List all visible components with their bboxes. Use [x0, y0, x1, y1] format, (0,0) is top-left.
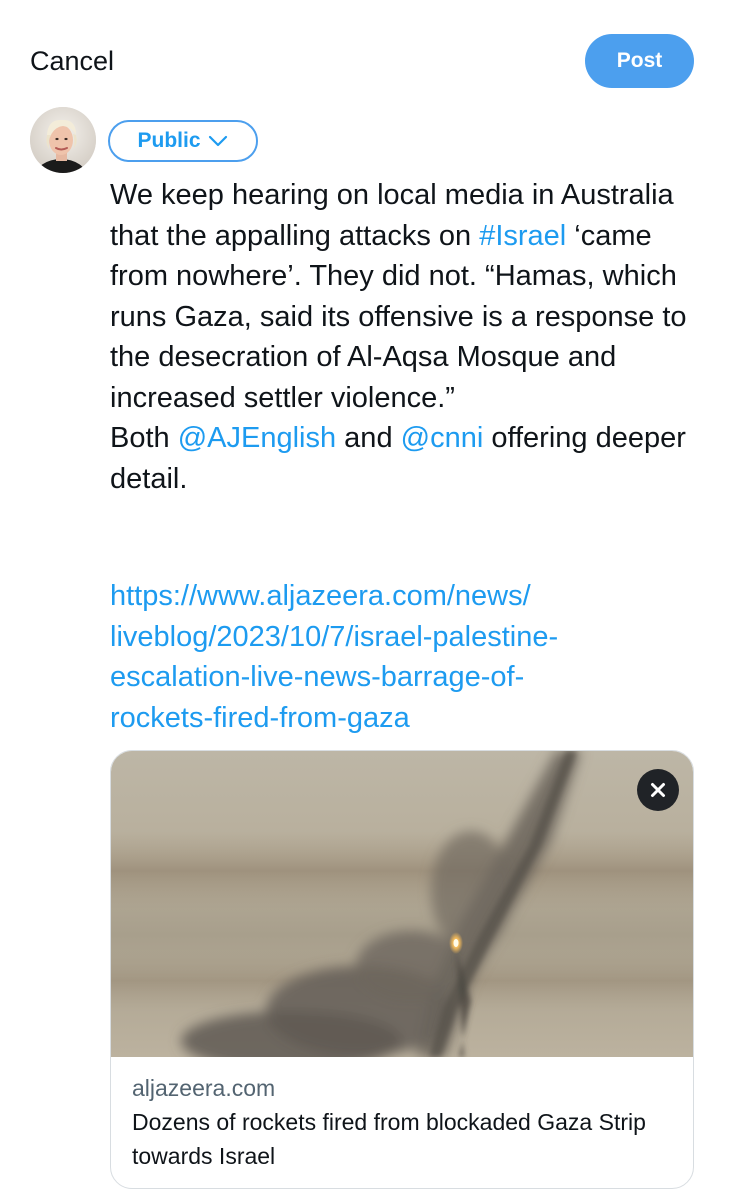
audience-selector[interactable]: Public [108, 120, 258, 162]
link-preview-image [111, 751, 693, 1057]
rocket-smoke-photo [111, 751, 693, 1057]
avatar[interactable] [30, 107, 96, 173]
post-button[interactable]: Post [585, 34, 694, 88]
mention-link[interactable]: @cnni [401, 422, 484, 454]
url-line: rockets-fired-from-gaza [110, 701, 410, 734]
link-card-title: Dozens of rockets fired from blockaded G… [132, 1109, 646, 1169]
hashtag-link[interactable]: #Israel [479, 220, 566, 252]
url-line: escalation-live-news-barrage-of- [110, 661, 525, 693]
avatar-photo [30, 107, 96, 173]
tweet-url[interactable]: https://www.aljazeera.com/news/ liveblog… [110, 576, 710, 738]
chevron-down-icon [207, 134, 229, 148]
link-preview-card[interactable]: aljazeera.com Dozens of rockets fired fr… [110, 750, 694, 1189]
tweet-text-input[interactable]: We keep hearing on local media in Austra… [110, 175, 710, 499]
link-card-domain: aljazeera.com [132, 1075, 276, 1101]
url-line: liveblog/2023/10/7/israel-palestine- [110, 620, 559, 653]
mention-link[interactable]: @AJEnglish [178, 422, 336, 454]
tweet-text-segment: and [336, 422, 401, 454]
cancel-button[interactable]: Cancel [30, 42, 114, 80]
close-icon[interactable] [637, 769, 679, 811]
tweet-text-segment: ‘came from nowhere’. They did not. “Hama… [110, 219, 687, 455]
audience-label: Public [137, 129, 201, 152]
url-line: https://www.aljazeera.com/news/ [110, 580, 531, 612]
